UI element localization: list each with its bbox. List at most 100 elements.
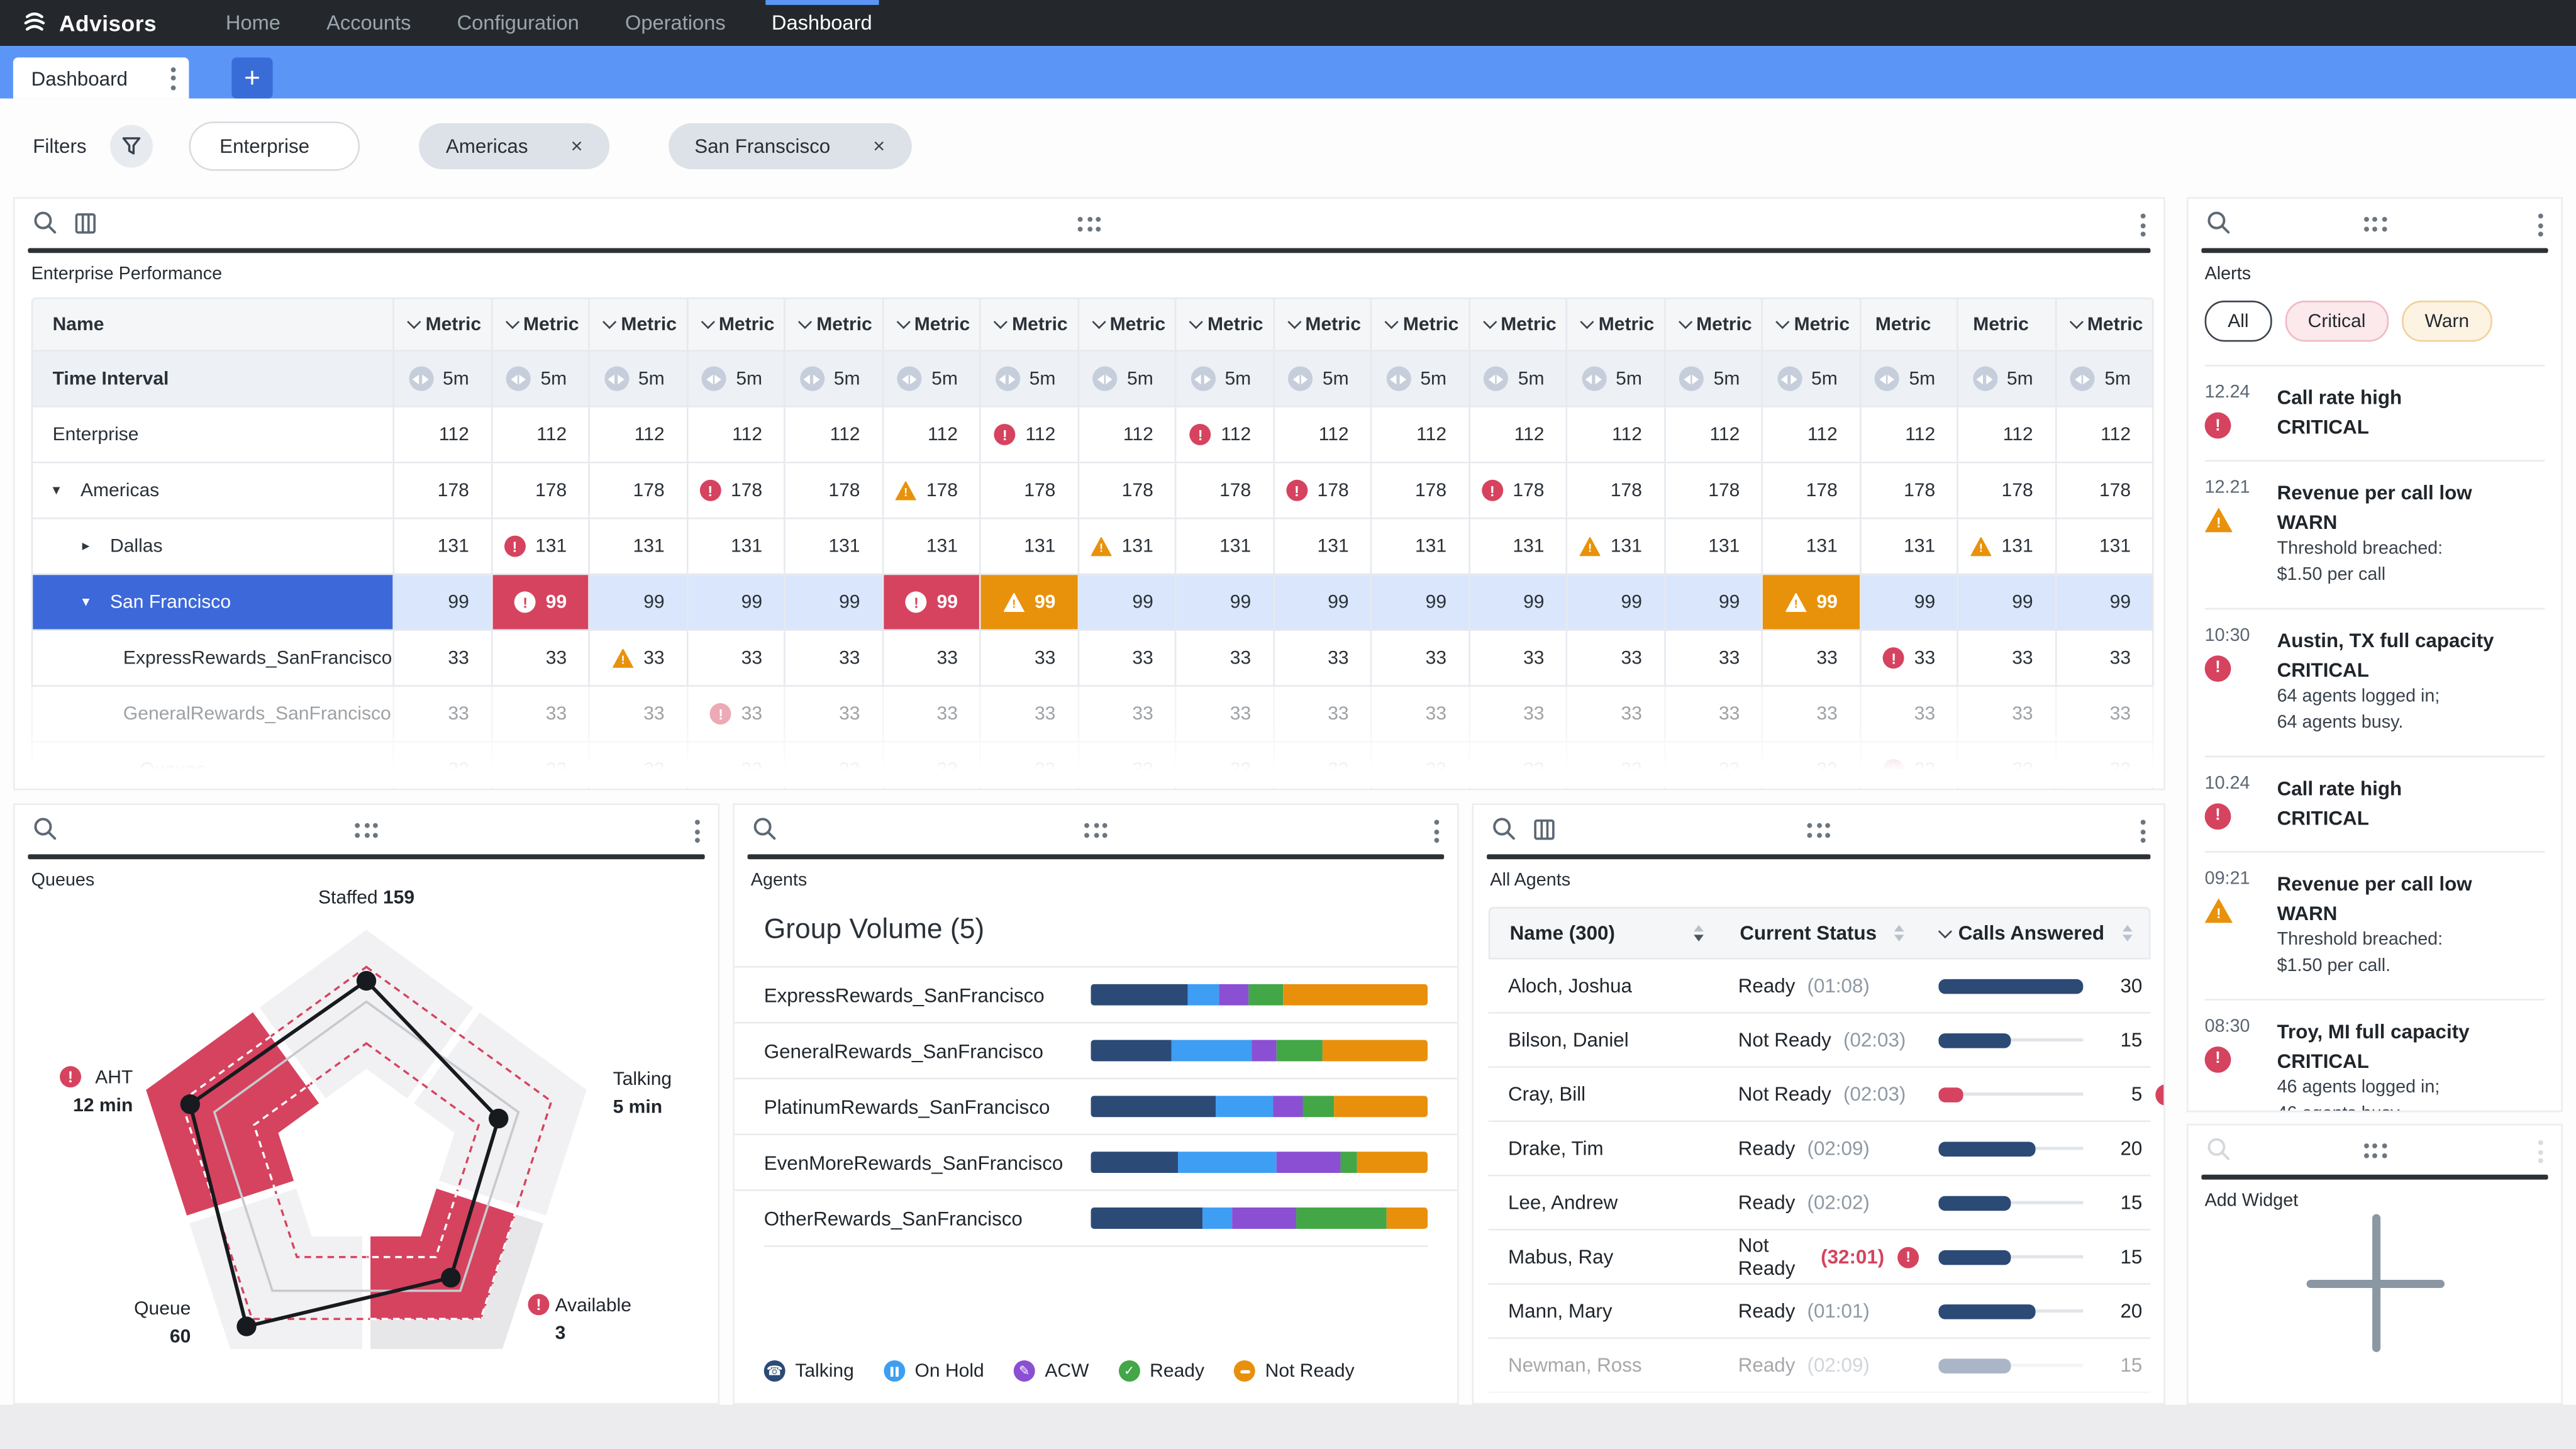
search-icon[interactable] <box>1492 816 1516 841</box>
alert-filter-critical[interactable]: Critical <box>2285 301 2389 341</box>
row-name-cell[interactable]: Enterprise <box>33 408 394 462</box>
column-header-name-[interactable]: Name (300) <box>1490 909 1720 958</box>
alert-item[interactable]: 12.21!Revenue per call lowWARNThreshold … <box>2205 460 2545 608</box>
tab-dashboard[interactable]: Dashboard <box>13 57 189 98</box>
metric-header-cell[interactable]: Metric <box>1470 299 1567 350</box>
filter-chip-americas[interactable]: Americas× <box>419 123 609 169</box>
row-name-cell[interactable]: ▾Americas <box>33 464 394 518</box>
interval-swap-icon[interactable] <box>408 367 433 391</box>
nav-item-configuration[interactable]: Configuration <box>434 0 602 46</box>
table-row[interactable]: ▸Dallas131!131131131131131131!1311311311… <box>31 519 2154 575</box>
interval-swap-icon[interactable] <box>1484 367 1508 391</box>
row-name-cell[interactable]: ▸Dallas <box>33 519 394 573</box>
interval-cell[interactable]: 5m <box>1079 352 1176 406</box>
interval-swap-icon[interactable] <box>1875 367 1899 391</box>
metric-header-cell[interactable]: Metric <box>2056 299 2153 350</box>
metric-header-cell[interactable]: Metric <box>492 299 589 350</box>
metric-header-cell[interactable]: Metric <box>687 299 785 350</box>
interval-swap-icon[interactable] <box>1679 367 1704 391</box>
tab-kebab-icon[interactable] <box>167 64 179 93</box>
interval-cell[interactable]: 5m <box>1860 352 1958 406</box>
agent-row[interactable]: Mann, MaryReady (01:01)20 <box>1489 1285 2151 1339</box>
group-volume-row[interactable]: EvenMoreRewards_SanFrancisco <box>735 1133 1457 1189</box>
interval-swap-icon[interactable] <box>1581 367 1606 391</box>
agent-row[interactable]: Aloch, JoshuaReady (01:08)30 <box>1489 960 2151 1014</box>
search-icon[interactable] <box>2206 210 2231 235</box>
toggle-open-icon[interactable]: ▾ <box>53 481 69 499</box>
metric-header-cell[interactable]: Metric <box>1567 299 1665 350</box>
metric-header-cell[interactable]: Metric <box>1665 299 1763 350</box>
interval-cell[interactable]: 5m <box>590 352 687 406</box>
interval-swap-icon[interactable] <box>604 367 628 391</box>
interval-swap-icon[interactable] <box>1191 367 1215 391</box>
interval-swap-icon[interactable] <box>1777 367 1801 391</box>
metric-header-cell[interactable]: Metric <box>1958 299 2056 350</box>
widget-menu-icon[interactable] <box>2138 816 2149 846</box>
row-name-cell[interactable]: Queues <box>33 743 394 791</box>
interval-swap-icon[interactable] <box>1288 367 1313 391</box>
metric-header-cell[interactable]: Metric <box>1860 299 1958 350</box>
metric-header-cell[interactable]: Metric <box>786 299 883 350</box>
alert-item[interactable]: 10:30!Austin, TX full capacityCRITICAL64… <box>2205 608 2545 755</box>
metric-header-cell[interactable]: Metric <box>1372 299 1469 350</box>
column-header-current-status[interactable]: Current Status <box>1720 909 1921 958</box>
drag-handle-icon[interactable] <box>2363 1143 2387 1157</box>
search-icon[interactable] <box>33 210 57 235</box>
table-row[interactable]: GeneralRewards_SanFrancisco333333!333333… <box>31 687 2154 743</box>
metric-header-cell[interactable]: Metric <box>981 299 1079 350</box>
widget-menu-icon[interactable] <box>2535 210 2546 240</box>
table-row[interactable]: Enterprise112112112112112112!112112!1121… <box>31 408 2154 464</box>
search-icon[interactable] <box>752 816 777 841</box>
alert-item[interactable]: 12.24!Call rate highCRITICAL <box>2205 365 2545 460</box>
table-row[interactable]: ExpressRewards_SanFrancisco3333!33333333… <box>31 631 2154 687</box>
widget-menu-icon[interactable] <box>692 816 703 846</box>
drag-handle-icon[interactable] <box>1084 823 1108 837</box>
interval-cell[interactable]: 5m <box>1763 352 1860 406</box>
agent-row[interactable]: Newman, RossReady (02:09)15 <box>1489 1339 2151 1393</box>
row-name-cell[interactable]: ExpressRewards_SanFrancisco <box>33 631 394 685</box>
name-header[interactable]: Name <box>33 299 394 350</box>
interval-cell[interactable]: 5m <box>1176 352 1274 406</box>
alert-item[interactable]: 08:30!Troy, MI full capacityCRITICAL46 a… <box>2205 998 2545 1112</box>
metric-header-cell[interactable]: Metric <box>1176 299 1274 350</box>
sort-icon[interactable] <box>1894 925 1904 941</box>
sort-icon[interactable] <box>1694 925 1704 941</box>
nav-item-operations[interactable]: Operations <box>602 0 748 46</box>
toggle-closed-icon[interactable]: ▸ <box>82 537 99 555</box>
add-tab-button[interactable]: + <box>231 57 272 98</box>
alert-item[interactable]: 09:21!Revenue per call lowWARNThreshold … <box>2205 850 2545 998</box>
metric-header-cell[interactable]: Metric <box>1079 299 1176 350</box>
chip-close-icon[interactable]: × <box>570 135 582 158</box>
columns-icon[interactable] <box>1533 818 1556 841</box>
agent-row[interactable]: Mabus, RayNot Ready (32:01)!15 <box>1489 1231 2151 1285</box>
search-icon[interactable] <box>33 816 57 841</box>
alert-filter-warn[interactable]: Warn <box>2402 301 2492 341</box>
filter-chip-san-franscisco[interactable]: San Franscisco× <box>668 123 911 169</box>
drag-handle-icon[interactable] <box>1078 217 1101 231</box>
column-header-calls-answered[interactable]: Calls Answered <box>1921 909 2149 958</box>
interval-cell[interactable]: 5m <box>1372 352 1469 406</box>
drag-handle-icon[interactable] <box>2363 217 2387 231</box>
agent-row[interactable]: Lee, AndrewReady (02:02)15 <box>1489 1176 2151 1230</box>
row-name-cell[interactable]: ▾San Francisco <box>33 575 394 629</box>
interval-cell[interactable]: 5m <box>981 352 1079 406</box>
interval-swap-icon[interactable] <box>897 367 921 391</box>
metric-header-cell[interactable]: Metric <box>883 299 980 350</box>
group-volume-row[interactable]: OtherRewards_SanFrancisco <box>735 1189 1457 1245</box>
group-volume-row[interactable]: ExpressRewards_SanFrancisco <box>735 966 1457 1022</box>
interval-cell[interactable]: 5m <box>1665 352 1763 406</box>
nav-item-home[interactable]: Home <box>203 0 303 46</box>
interval-cell[interactable]: 5m <box>394 352 492 406</box>
table-row[interactable]: ▾San Francisco99!99999999!99!99999999999… <box>31 575 2154 631</box>
metric-header-cell[interactable]: Metric <box>1274 299 1372 350</box>
interval-cell[interactable]: 5m <box>1274 352 1372 406</box>
agent-row[interactable]: Drake, TimReady (02:09)20 <box>1489 1122 2151 1176</box>
alert-filter-all[interactable]: All <box>2205 301 2272 341</box>
interval-cell[interactable]: 5m <box>1470 352 1567 406</box>
interval-swap-icon[interactable] <box>506 367 531 391</box>
add-widget-button[interactable] <box>2301 1209 2448 1357</box>
filter-select-enterprise[interactable]: Enterprise <box>189 121 361 170</box>
sort-icon[interactable] <box>2123 925 2133 941</box>
agent-row[interactable]: Bilson, DanielNot Ready (02:03)15 <box>1489 1014 2151 1068</box>
interval-cell[interactable]: 5m <box>2056 352 2153 406</box>
